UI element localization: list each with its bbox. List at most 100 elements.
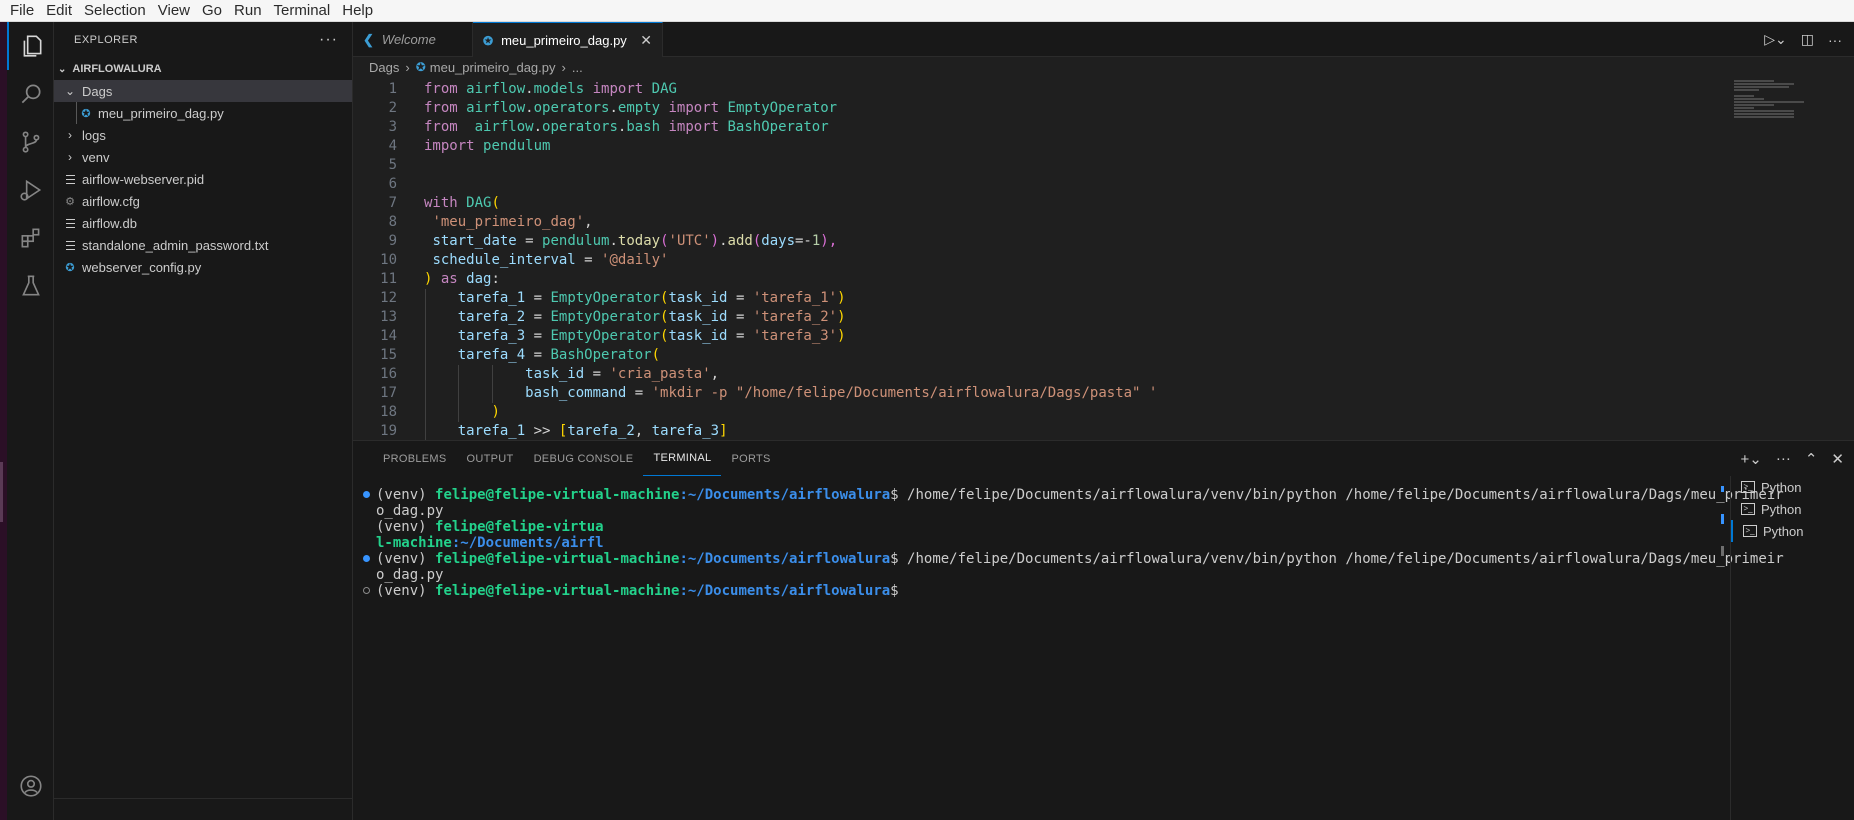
- code-text: tarefa_3 = EmptyOperator(task_id = 'tare…: [457, 328, 846, 344]
- minimap[interactable]: [1734, 80, 1834, 130]
- code-line: 4 import pendulum: [353, 137, 1854, 156]
- more-actions-icon[interactable]: ···: [1828, 32, 1842, 48]
- explorer-header: EXPLORER ···: [54, 22, 352, 58]
- chevron-right-icon: ›: [68, 150, 72, 164]
- breadcrumb-folder[interactable]: Dags: [369, 60, 399, 75]
- workspace-folder[interactable]: ⌄ AIRFLOWALURA: [54, 58, 352, 80]
- close-icon[interactable]: ✕: [640, 32, 652, 49]
- desktop-edge: [0, 22, 7, 820]
- split-editor-icon[interactable]: ◫: [1801, 31, 1814, 48]
- line-number: 19: [380, 423, 397, 439]
- line-number: 4: [388, 138, 397, 154]
- tab-debug-console[interactable]: DEBUG CONSOLE: [524, 441, 644, 476]
- menu-help[interactable]: Help: [336, 0, 379, 22]
- terminal-line: o_dag.py: [376, 503, 444, 519]
- menu-view[interactable]: View: [152, 0, 196, 22]
- text-file-icon: [62, 215, 78, 231]
- command-success-icon: [363, 491, 370, 498]
- tree-folder-dags[interactable]: ⌄ Dags: [54, 80, 352, 102]
- sidebar-footer: [54, 798, 352, 820]
- chevron-right-icon: ›: [561, 59, 566, 75]
- terminal-output[interactable]: (venv) felipe@felipe-virtual-machine:~/D…: [363, 487, 1784, 599]
- menu-selection[interactable]: Selection: [78, 0, 152, 22]
- terminal-item[interactable]: >_ Python: [1731, 476, 1854, 498]
- code-editor[interactable]: 1 from airflow.models import DAG 2 from ai…: [353, 80, 1854, 440]
- line-number: 1: [388, 81, 397, 97]
- run-python-icon[interactable]: ▷⌄: [1764, 31, 1787, 48]
- new-terminal-icon[interactable]: +⌄: [1741, 450, 1762, 468]
- code-line: 12 tarefa_1 = EmptyOperator(task_id = 't…: [353, 289, 1854, 308]
- tree-file-airflow-cfg[interactable]: ⚙ airflow.cfg: [54, 190, 352, 212]
- tree-item-label: standalone_admin_password.txt: [82, 237, 269, 253]
- vscode-icon: ❮: [363, 31, 374, 47]
- tab-meu-primeiro-dag[interactable]: ✪ meu_primeiro_dag.py ✕: [473, 22, 663, 57]
- breadcrumb-file[interactable]: meu_primeiro_dag.py: [430, 60, 556, 75]
- line-number: 7: [388, 195, 397, 211]
- tree-file-webserver-config[interactable]: ✪ webserver_config.py: [54, 256, 352, 278]
- menu-run[interactable]: Run: [228, 0, 268, 22]
- python-file-icon: ✪: [65, 261, 75, 274]
- code-text: tarefa_1 = EmptyOperator(task_id = 'tare…: [457, 290, 846, 306]
- maximize-panel-icon[interactable]: ⌃: [1805, 450, 1818, 468]
- code-line: 3 from airflow.operators.bash import Bash…: [353, 118, 1854, 137]
- line-number: 18: [380, 404, 397, 420]
- more-actions-icon[interactable]: ···: [1776, 450, 1791, 467]
- code-line: 9 start_date = pendulum.today('UTC').add…: [353, 232, 1854, 251]
- terminal-icon: >_: [1743, 525, 1757, 537]
- code-line: 8 'meu_primeiro_dag',: [353, 213, 1854, 232]
- code-line: 19 tarefa_1 >> [tarefa_2, tarefa_3]: [353, 422, 1854, 440]
- run-debug-icon[interactable]: [7, 166, 54, 214]
- source-control-icon[interactable]: [7, 118, 54, 166]
- python-file-icon: ✪: [81, 107, 91, 120]
- code-line: 2 from airflow.operators.empty import Emp…: [353, 99, 1854, 118]
- tree-item-label: venv: [82, 149, 110, 165]
- line-number: 12: [380, 290, 397, 306]
- terminal-icon: >_: [1741, 481, 1755, 493]
- code-text: tarefa_2 = EmptyOperator(task_id = 'tare…: [457, 309, 846, 325]
- account-icon[interactable]: [7, 762, 54, 810]
- breadcrumb-symbol[interactable]: ...: [572, 60, 583, 75]
- line-number: 5: [388, 157, 397, 173]
- tree-file-meu-primeiro-dag[interactable]: ✪ meu_primeiro_dag.py: [54, 102, 352, 124]
- terminal-item[interactable]: >_ Python: [1731, 498, 1854, 520]
- explorer-sidebar: EXPLORER ··· ⌄ AIRFLOWALURA ⌄ Dags ✪ meu…: [54, 22, 353, 820]
- code-text: bash_command = 'mkdir -p "/home/felipe/D…: [525, 385, 1158, 401]
- code-line: 16 task_id = 'cria_pasta',: [353, 365, 1854, 384]
- tree-file-webserver-pid[interactable]: airflow-webserver.pid: [54, 168, 352, 190]
- tree-folder-venv[interactable]: › venv: [54, 146, 352, 168]
- tree-folder-logs[interactable]: › logs: [54, 124, 352, 146]
- tab-terminal[interactable]: TERMINAL: [643, 441, 722, 476]
- code-line: 14 tarefa_3 = EmptyOperator(task_id = 't…: [353, 327, 1854, 346]
- menubar: File Edit Selection View Go Run Terminal…: [0, 0, 1854, 22]
- code-line: 15 tarefa_4 = BashOperator(: [353, 346, 1854, 365]
- tree-file-airflow-db[interactable]: airflow.db: [54, 212, 352, 234]
- code-line: 1 from airflow.models import DAG: [353, 80, 1854, 99]
- menu-edit[interactable]: Edit: [40, 0, 78, 22]
- testing-icon[interactable]: [7, 262, 54, 310]
- menu-go[interactable]: Go: [196, 0, 228, 22]
- code-text: ) as dag:: [424, 271, 500, 287]
- line-number: 2: [388, 100, 397, 116]
- terminal-item-label: Python: [1763, 523, 1804, 539]
- explorer-icon[interactable]: [7, 22, 54, 70]
- extensions-icon[interactable]: [7, 214, 54, 262]
- tab-problems[interactable]: PROBLEMS: [373, 441, 457, 476]
- code-text: start_date = pendulum.today('UTC').add(d…: [432, 233, 838, 249]
- line-number: 6: [388, 176, 397, 192]
- terminal-item-active[interactable]: >_ Python: [1731, 520, 1854, 542]
- more-actions-icon[interactable]: ···: [319, 31, 338, 49]
- search-icon[interactable]: [7, 70, 54, 118]
- code-text: from airflow.models import DAG: [424, 81, 677, 97]
- tab-welcome[interactable]: ❮ Welcome: [353, 22, 473, 57]
- line-number: 14: [380, 328, 397, 344]
- terminal-item-label: Python: [1761, 501, 1802, 517]
- tab-output[interactable]: OUTPUT: [457, 441, 524, 476]
- tree-file-admin-password[interactable]: standalone_admin_password.txt: [54, 234, 352, 256]
- menu-file[interactable]: File: [4, 0, 40, 22]
- breadcrumb: Dags › ✪ meu_primeiro_dag.py › ...: [353, 57, 1854, 77]
- terminal-line: (venv) felipe@felipe-virtual-machine:~/D…: [363, 487, 1784, 503]
- editor-tabs: ❮ Welcome ✪ meu_primeiro_dag.py ✕ ▷⌄ ◫ ··…: [353, 22, 1854, 57]
- close-icon[interactable]: ✕: [1831, 450, 1844, 468]
- tab-ports[interactable]: PORTS: [721, 441, 780, 476]
- menu-terminal[interactable]: Terminal: [268, 0, 337, 22]
